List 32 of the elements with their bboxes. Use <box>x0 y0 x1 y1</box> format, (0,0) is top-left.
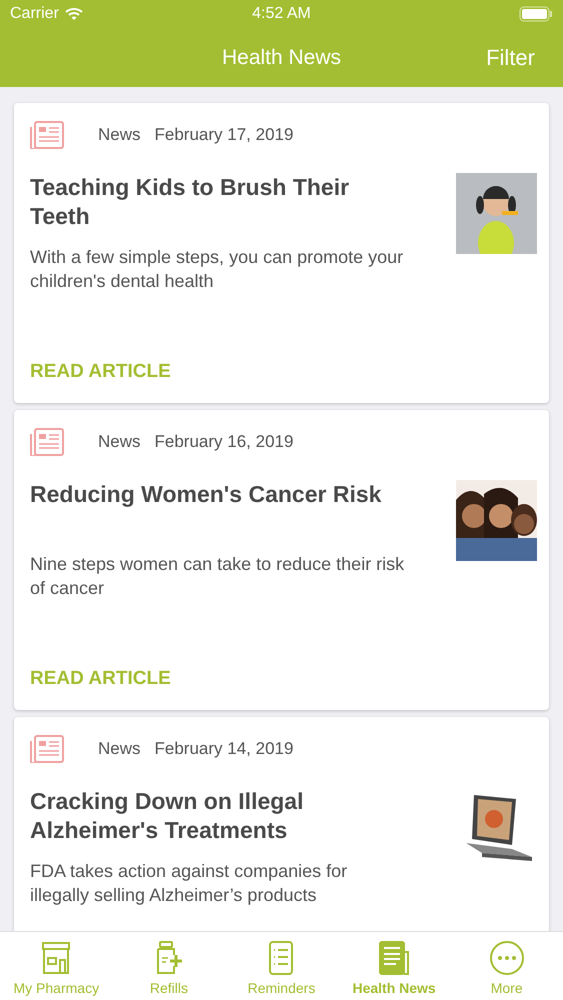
more-icon <box>488 940 525 976</box>
article-date: February 14, 2019 <box>154 739 294 759</box>
article-date: February 16, 2019 <box>154 432 294 452</box>
tab-bar-item[interactable]: My Pharmacy <box>0 932 113 1000</box>
article-date: February 17, 2019 <box>154 125 294 145</box>
newspaper-icon <box>30 735 64 763</box>
read-article-link[interactable]: READ ARTICLE <box>30 668 171 690</box>
nav-title: Health News <box>222 46 342 70</box>
article-summary: With a few simple steps, you can promote your children's dental health <box>30 246 404 293</box>
category-label: News <box>98 432 141 452</box>
wifi-icon <box>64 7 83 21</box>
article-card[interactable]: News February 17, 2019 Teaching Kids to Brush Their Teeth With a few simple steps, you can promote your children's dental health READ ARTICLE <box>14 103 549 403</box>
article-summary: Nine steps women can take to reduce their risk of cancer <box>30 553 406 600</box>
tab-bar-item[interactable]: Refills <box>112 932 226 1000</box>
article-title: Reducing Women's Cancer Risk <box>30 480 382 509</box>
category-label: News <box>98 739 141 759</box>
tab-bar-item[interactable]: Health News <box>338 932 450 1000</box>
status-time: 4:52 AM <box>252 5 311 23</box>
article-summary: FDA takes action against companies for illegally selling Alzheimer’s products <box>30 860 348 907</box>
battery-icon <box>519 6 554 22</box>
filter-button[interactable]: Filter <box>486 44 535 70</box>
carrier-label: Carrier <box>10 5 59 23</box>
newspaper-icon <box>30 121 64 149</box>
read-article-link[interactable]: READ ARTICLE <box>30 361 171 383</box>
tab-bar-item[interactable]: Reminders <box>225 932 338 1000</box>
article-card[interactable]: News February 16, 2019 Reducing Women's Cancer Risk Nine steps women can take to reduce their risk of cancer READ ARTICLE <box>14 410 549 710</box>
article-title: Cracking Down on Illegal Alzheimer's Treatments <box>30 787 304 845</box>
tab-bar-item[interactable]: More <box>450 932 563 1000</box>
article-card[interactable]: News February 14, 2019 Cracking Down on Illegal Alzheimer's Treatments FDA takes action against companies for illegally selling Alzheimer’s products <box>14 717 549 931</box>
article-title: Teaching Kids to Brush Their Teeth <box>30 173 350 231</box>
category-label: News <box>98 125 141 145</box>
newspaper-icon <box>30 428 64 456</box>
